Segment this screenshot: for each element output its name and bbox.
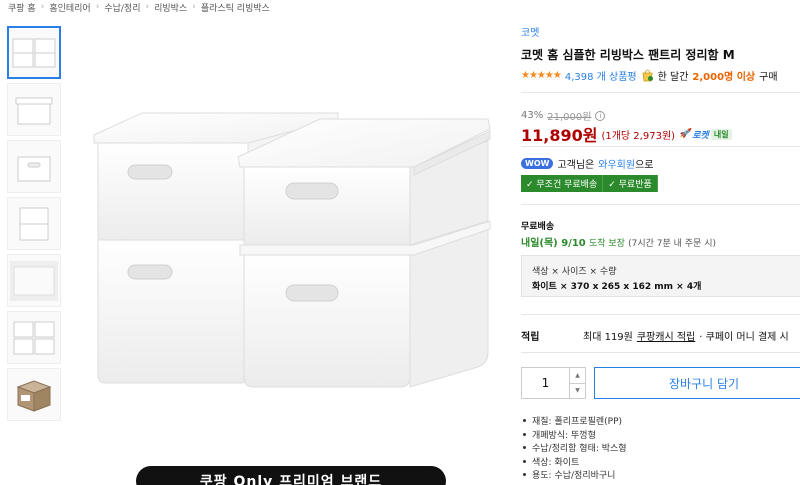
box-with-lid-image: [15, 97, 53, 124]
chevron-up-icon[interactable]: ▲: [570, 368, 585, 383]
option-value: 화이트 × 370 x 265 x 162 mm × 4개: [532, 282, 702, 292]
selected-option-box[interactable]: 색상 × 사이즈 × 수량 화이트 × 370 x 265 x 162 mm ×…: [521, 255, 800, 297]
shopping-bag-icon: [641, 69, 654, 82]
discount-row: 43% 21,000원 i: [521, 108, 606, 123]
thumbnail-3[interactable]: [7, 140, 61, 193]
points-prefix: 최대 119원: [583, 332, 633, 343]
wow-badge: WOW: [521, 158, 554, 169]
chevron-right-icon: ›: [145, 2, 150, 12]
discount-rate: 43%: [521, 110, 544, 121]
brand-link[interactable]: 코멧: [521, 24, 539, 39]
rocket-icon: 🚀: [679, 129, 691, 139]
packaging-box-image: [16, 379, 52, 412]
divider: [521, 314, 800, 315]
thumbnail-2[interactable]: [7, 83, 61, 136]
promo-banner[interactable]: 쿠팡 Only 프리미엄 브랜드: [136, 466, 446, 485]
spec-list: 재질: 폴리프로필렌(PP) 개폐방식: 뚜껑형 수납/정리함 형태: 박스형 …: [521, 414, 627, 482]
shipping-guarantee: 도착 보장: [588, 239, 625, 249]
month-purchase-count: 2,000명 이상: [692, 72, 756, 83]
price-row: 11,890원 (1개당 2,973원) 🚀 로켓 내일: [521, 122, 732, 146]
rating-stars: ★★★★★: [521, 70, 562, 81]
wow-text-prefix: 고객님은: [557, 160, 595, 171]
original-price: 21,000원: [547, 112, 592, 123]
chevron-right-icon: ›: [192, 2, 196, 12]
divider: [521, 204, 800, 205]
stacked-boxes-image: [12, 38, 56, 67]
chevron-right-icon: ›: [95, 2, 100, 12]
month-purchase-suffix: 구매: [759, 72, 778, 83]
points-row: 적립 최대 119원 쿠팡캐시 적립 · 쿠페이 머니 결제 시: [521, 328, 789, 343]
review-count-link[interactable]: 4,398 개 상품평: [565, 68, 637, 83]
points-label: 적립: [521, 332, 540, 343]
shipping-row: 내일(목) 9/10 도착 보장 (7시간 7분 내 주문 시): [521, 234, 716, 249]
wow-text-suffix: 으로: [635, 160, 654, 171]
month-purchase-prefix: 한 달간: [657, 72, 689, 83]
add-to-cart-button[interactable]: 장바구니 담기: [594, 367, 800, 399]
divider: [521, 352, 800, 353]
breadcrumb-living-box[interactable]: 리빙박스: [154, 1, 187, 14]
thumbnail-5[interactable]: [7, 254, 61, 307]
rating-row: ★★★★★ 4,398 개 상품평 한 달간 2,000명 이상 구매: [521, 68, 778, 83]
sale-price: 11,890원: [521, 126, 598, 145]
product-title: 코멧 홈 심플한 리빙박스 팬트리 정리함 M: [521, 48, 735, 62]
shipping-label: 무료배송: [521, 222, 555, 232]
open-box-image: [17, 156, 51, 181]
divider: [521, 92, 800, 93]
list-item: 개폐방식: 뚜껑형: [521, 428, 627, 442]
thumbnail-4[interactable]: [7, 197, 61, 250]
breadcrumb-home-interior[interactable]: 홈인테리어: [49, 1, 90, 14]
wow-member-link[interactable]: 와우회원: [598, 156, 635, 171]
living-box-image: [93, 112, 491, 388]
stacked-boxes-image: [13, 321, 55, 354]
breadcrumb-home[interactable]: 쿠팡 홈: [8, 1, 36, 14]
wow-member-row: WOW 고객님은 와우회원 으로: [521, 156, 653, 171]
list-item: 색상: 화이트: [521, 455, 627, 469]
box-stack-image: [19, 207, 49, 240]
breadcrumb: 쿠팡 홈 › 홈인테리어 › 수납/정리 › 리빙박스 › 플라스틱 리빙박스: [8, 0, 270, 14]
divider: [521, 146, 800, 147]
shipping-date: 내일(목) 9/10: [521, 238, 586, 249]
list-item: 수납/정리함 형태: 박스형: [521, 441, 627, 455]
quantity-value[interactable]: 1: [522, 368, 569, 398]
chevron-down-icon[interactable]: ▼: [570, 382, 585, 399]
breadcrumb-plastic-living-box[interactable]: 플라스틱 리빙박스: [201, 1, 270, 14]
quantity-stepper[interactable]: 1 ▲ ▼: [521, 367, 586, 399]
quantity-arrows: ▲ ▼: [569, 368, 585, 398]
free-benefit-badges: ✓ 무조건 무료배송 ✓ 무료반품: [521, 175, 658, 192]
free-return-badge: ✓ 무료반품: [603, 175, 658, 192]
points-suffix: · 쿠페이 머니 결제 시: [699, 332, 789, 343]
rocket-delivery-badge: 🚀 로켓 내일: [679, 128, 732, 141]
rocket-tomorrow-tag: 내일: [710, 128, 732, 140]
product-main-image[interactable]: [80, 95, 500, 395]
unit-price: (1개당 2,973원): [601, 130, 676, 142]
product-info-panel: 코멧 코멧 홈 심플한 리빙박스 팬트리 정리함 M ★★★★★ 4,398 개…: [521, 0, 800, 485]
thumbnail-6[interactable]: [7, 311, 61, 364]
list-item: 재질: 폴리프로필렌(PP): [521, 414, 627, 428]
thumbnail-7[interactable]: [7, 368, 61, 421]
free-shipping-badge: ✓ 무조건 무료배송: [521, 175, 604, 192]
list-item: 용도: 수납/정리바구니: [521, 468, 627, 482]
rocket-label: 로켓: [692, 130, 709, 141]
thumbnail-list: [7, 26, 64, 425]
coupang-cash-link[interactable]: 쿠팡캐시 적립: [637, 328, 695, 343]
thumbnail-1[interactable]: [7, 26, 61, 79]
shipping-note: (7시간 7분 내 주문 시): [628, 239, 716, 249]
breadcrumb-storage[interactable]: 수납/정리: [104, 1, 140, 14]
box-detail-image: [10, 260, 58, 301]
info-icon[interactable]: i: [595, 110, 606, 121]
chevron-right-icon: ›: [40, 2, 45, 12]
option-header: 색상 × 사이즈 × 수량: [532, 267, 617, 277]
